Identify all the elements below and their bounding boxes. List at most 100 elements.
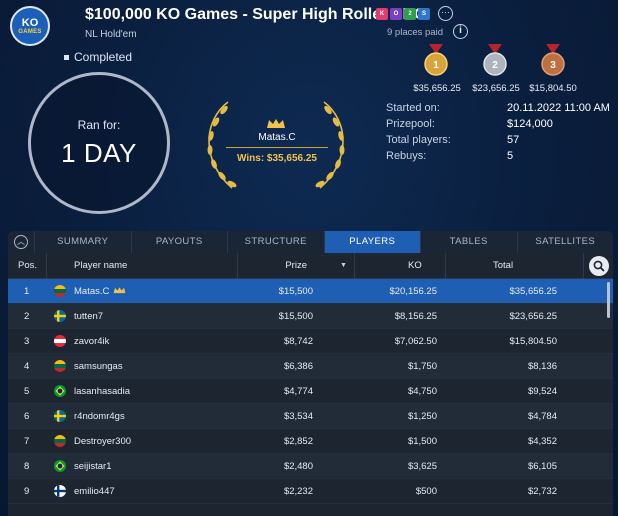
- flag-icon: [54, 435, 66, 447]
- tab-payouts[interactable]: PAYOUTS: [130, 231, 228, 253]
- row-ko: $1,750: [407, 360, 437, 372]
- row-total: $9,524: [527, 385, 557, 397]
- rebuys-value: 5: [507, 150, 514, 162]
- total-players-value: 57: [507, 134, 520, 146]
- table-row[interactable]: 6 r4ndomr4gs $3,534 $1,250 $4,784: [8, 404, 613, 429]
- players-table: Pos. Player name Prize ▼ KO Total 1 Matas…: [8, 253, 613, 516]
- ran-for-label: Ran for:: [77, 117, 121, 132]
- row-total: $4,784: [527, 410, 557, 422]
- status-dot-icon: [64, 55, 69, 61]
- tab-summary[interactable]: SUMMARY: [34, 231, 131, 253]
- row-prize: $2,852: [283, 435, 313, 447]
- table-row[interactable]: 7 Destroyer300 $2,852 $1,500 $4,352: [8, 429, 613, 454]
- chevron-up-icon: ︿: [14, 235, 28, 249]
- row-position: 6: [24, 410, 30, 422]
- row-player-name: r4ndomr4gs: [74, 411, 125, 422]
- winner-name: Matas.C: [258, 132, 296, 143]
- sort-desc-icon[interactable]: ▼: [340, 262, 347, 269]
- column-header-ko[interactable]: KO: [408, 260, 422, 271]
- row-ko: $8,156.25: [394, 310, 437, 322]
- column-header-prize[interactable]: Prize: [285, 260, 307, 271]
- crown-icon: [114, 286, 126, 293]
- svg-text:2: 2: [492, 60, 498, 71]
- table-row[interactable]: 5 lasanhasadia $4,774 $4,750 $9,524: [8, 379, 613, 404]
- game-type: NL Hold'em: [85, 29, 137, 40]
- row-ko: $7,062.50: [394, 335, 437, 347]
- logo-subtext: GAMES: [18, 28, 42, 35]
- table-row[interactable]: 4 samsungas $6,386 $1,750 $8,136: [8, 354, 613, 379]
- winner-divider: [226, 147, 328, 148]
- column-header-name[interactable]: Player name: [74, 260, 127, 271]
- column-divider: [354, 253, 355, 279]
- flag-icon: [54, 385, 66, 397]
- column-header-pos[interactable]: Pos.: [18, 260, 37, 271]
- player-name-text: emilio447: [74, 485, 115, 497]
- winner-winnings: Wins: $35,656.25: [237, 153, 317, 164]
- status-badge: Completed: [64, 50, 132, 64]
- silver-medal-icon: 2: [482, 44, 508, 83]
- started-on-value: 20.11.2022 11:00 AM: [507, 102, 610, 114]
- row-position: 4: [24, 360, 30, 372]
- row-total: $23,656.25: [509, 310, 557, 322]
- table-header: Pos. Player name Prize ▼ KO Total: [8, 253, 613, 279]
- table-row[interactable]: 8 seijistar1 $2,480 $3,625 $6,105: [8, 454, 613, 479]
- row-prize: $15,500: [278, 310, 313, 322]
- row-ko: $1,250: [407, 410, 437, 422]
- badge-icon: 2: [404, 8, 416, 20]
- row-prize: $4,774: [283, 385, 313, 397]
- crown-icon: [267, 119, 285, 128]
- column-divider: [46, 253, 47, 279]
- row-position: 3: [24, 335, 30, 347]
- column-divider: [445, 253, 446, 279]
- column-header-total[interactable]: Total: [493, 260, 513, 271]
- row-total: $4,352: [527, 435, 557, 447]
- search-button[interactable]: [589, 256, 609, 276]
- row-player-name: samsungas: [74, 361, 123, 372]
- table-scrollbar[interactable]: [607, 282, 610, 318]
- collapse-button[interactable]: ︿: [8, 231, 34, 253]
- flag-icon: [54, 335, 66, 347]
- player-name-text: Matas.C: [74, 285, 110, 297]
- search-icon: [593, 260, 605, 272]
- column-divider: [583, 253, 584, 279]
- logo-text: KO: [21, 16, 39, 29]
- svg-text:1: 1: [433, 60, 439, 71]
- tab-satellites[interactable]: SATELLITES: [516, 231, 614, 253]
- row-player-name: Destroyer300: [74, 436, 131, 447]
- table-row[interactable]: 3 zavor4ik $8,742 $7,062.50 $15,804.50: [8, 329, 613, 354]
- row-ko: $4,750: [407, 385, 437, 397]
- table-row[interactable]: 1 Matas.C $15,500 $20,156.25 $35,656.25: [8, 279, 613, 304]
- table-row[interactable]: 2 tutten7 $15,500 $8,156.25 $23,656.25: [8, 304, 613, 329]
- column-divider: [237, 253, 238, 279]
- tab-players[interactable]: PLAYERS: [323, 231, 420, 253]
- badge-icon: K: [376, 8, 388, 20]
- row-ko: $3,625: [407, 460, 437, 472]
- flag-icon: [54, 485, 66, 497]
- flag-icon: [54, 410, 66, 422]
- row-total: $35,656.25: [509, 285, 557, 297]
- third-prize-amount: $15,804.50: [529, 83, 577, 94]
- ellipsis-icon[interactable]: ⋯: [438, 6, 453, 21]
- badge-icon: O: [390, 8, 402, 20]
- table-row[interactable]: 9 emilio447 $2,232 $500 $2,732: [8, 479, 613, 504]
- row-position: 1: [24, 285, 30, 297]
- info-icon[interactable]: i: [453, 24, 468, 39]
- row-position: 7: [24, 435, 30, 447]
- flag-icon: [54, 310, 66, 322]
- flag-icon: [54, 360, 66, 372]
- gold-medal-icon: 1: [423, 44, 449, 83]
- badge-icon: S: [418, 8, 430, 20]
- duration-ring: Ran for: 1 DAY: [28, 72, 170, 214]
- row-prize: $2,480: [283, 460, 313, 472]
- flag-icon: [54, 460, 66, 472]
- rebuys-label: Rebuys:: [386, 150, 427, 162]
- player-name-text: lasanhasadia: [74, 385, 130, 397]
- row-player-name: Matas.C: [74, 286, 126, 297]
- player-name-text: Destroyer300: [74, 435, 132, 447]
- row-prize: $2,232: [283, 485, 313, 497]
- row-total: $6,105: [527, 460, 557, 472]
- row-player-name: zavor4ik: [74, 336, 109, 347]
- tab-tables[interactable]: TABLES: [420, 231, 517, 253]
- tab-structure[interactable]: STRUCTURE: [227, 231, 324, 253]
- player-name-text: samsungas: [74, 360, 123, 372]
